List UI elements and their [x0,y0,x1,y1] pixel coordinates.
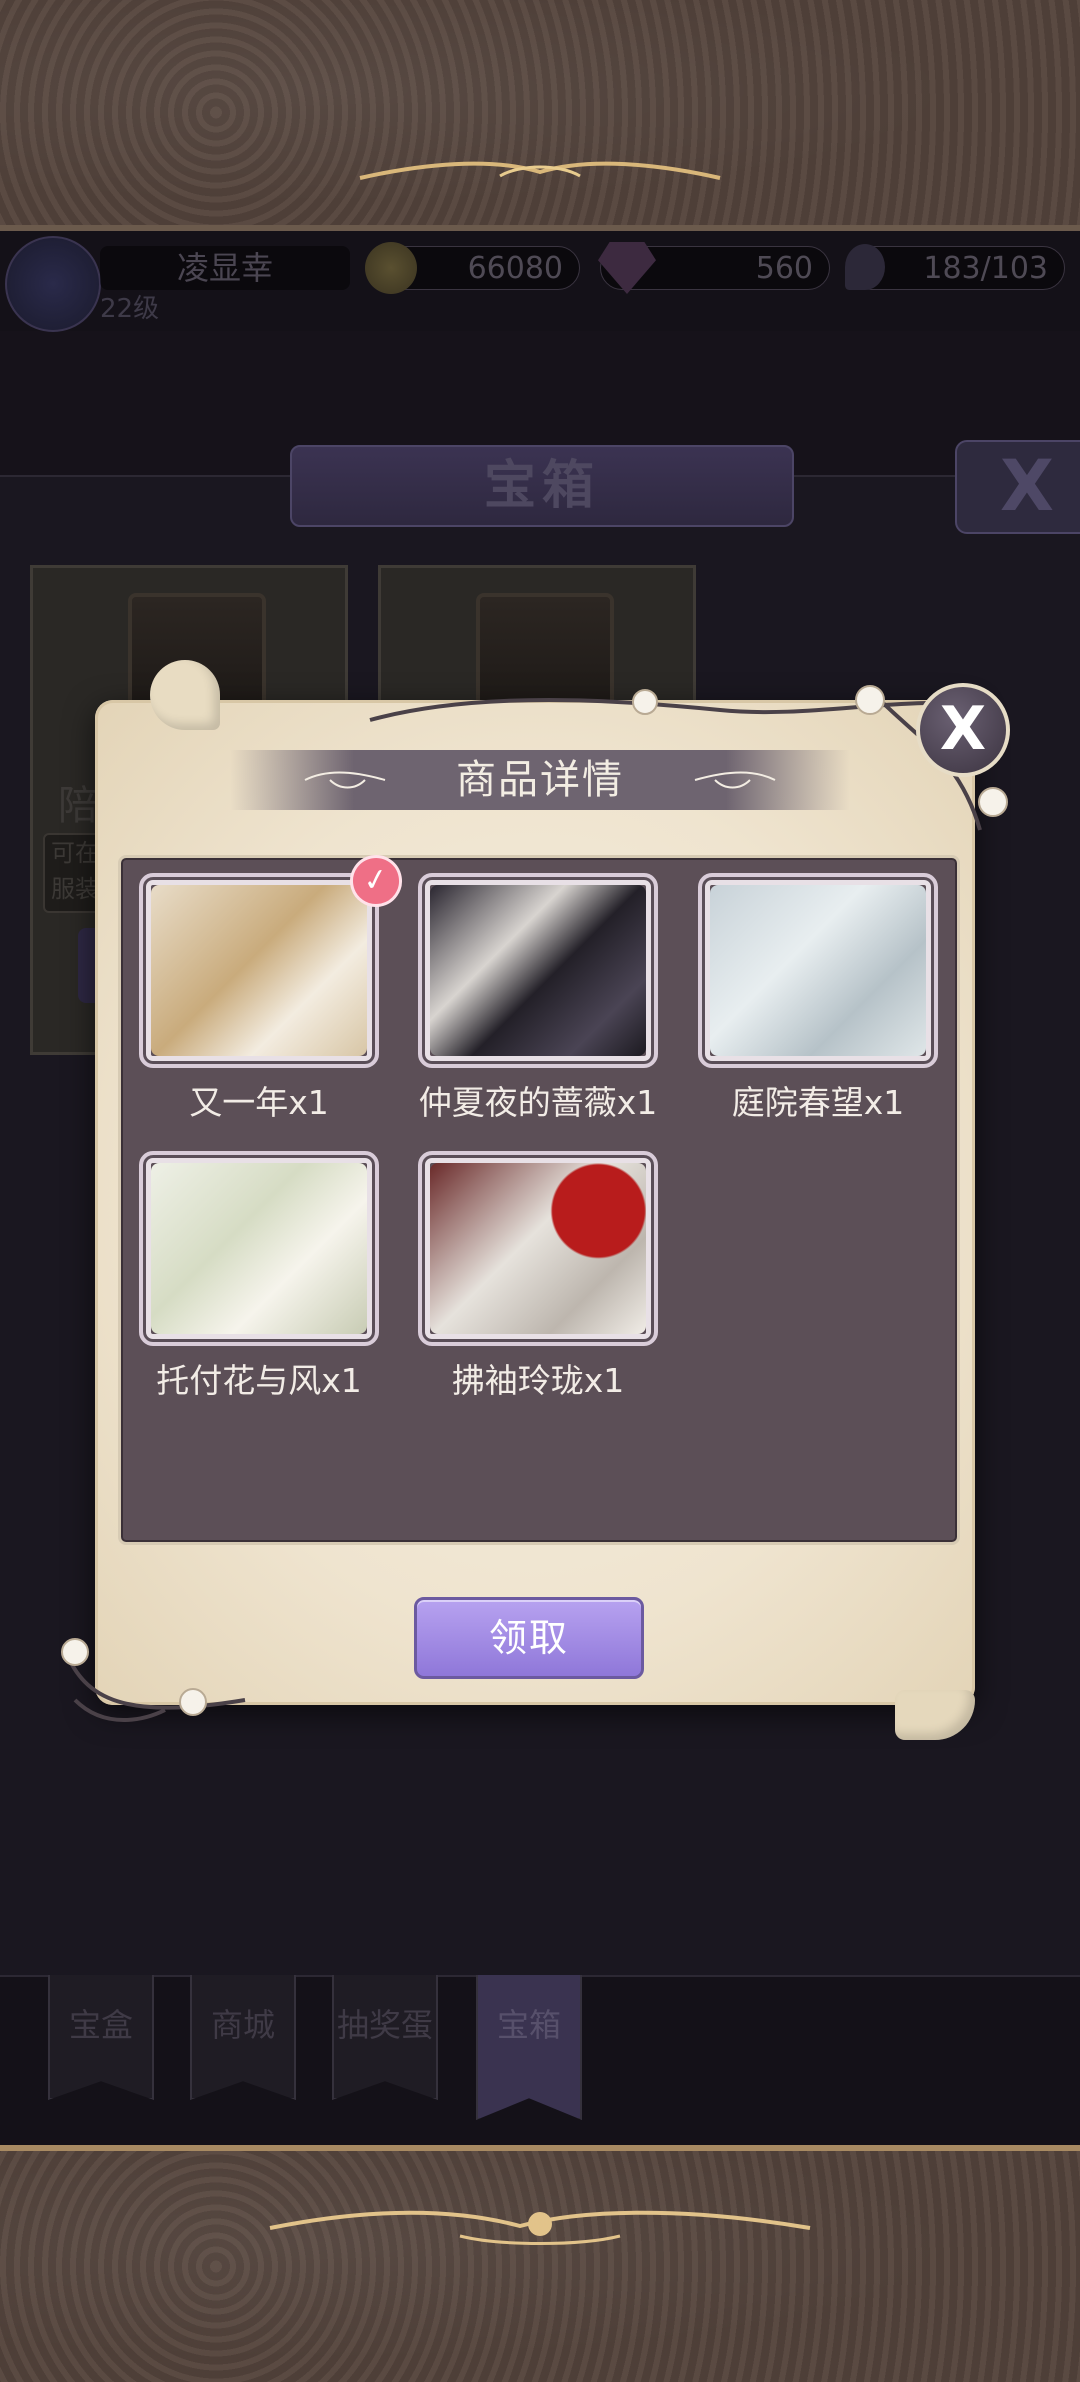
gold-value: 66080 [467,251,563,286]
reward-item-frame [698,873,938,1068]
reward-item-frame [139,1151,379,1346]
reward-item-label: 拂袖玲珑x1 [451,1361,625,1400]
tab-shop[interactable]: 商城 [190,1975,296,2100]
chest-window-title: 宝箱 [290,445,794,527]
chest-card-title: 陪 [58,783,98,829]
reward-item-frame [418,873,658,1068]
tab-treasure-box[interactable]: 宝盒 [48,1975,154,2100]
gem-value: 560 [755,251,813,286]
bottom-decor-band [0,2145,1080,2382]
outfit-thumbnail [710,885,926,1056]
outfit-thumbnail [151,885,367,1056]
reward-item[interactable]: 庭院春望x1 [698,873,938,1124]
claim-button[interactable]: 领取 [414,1597,644,1679]
outfit-thumbnail [151,1163,367,1334]
stamina-value: 183/103 [923,251,1048,286]
player-avatar[interactable] [5,236,101,332]
reward-item[interactable]: 又一年x1 [139,873,379,1124]
outfit-thumbnail [430,885,646,1056]
vine-decoration-icon [61,1638,246,1722]
parchment-curl [150,660,220,730]
modal-close-button[interactable]: X [916,683,1010,777]
reward-item[interactable]: 托付花与风x1 [139,1151,379,1402]
player-name: 凌显幸 [100,246,350,290]
reward-item-label: 庭院春望x1 [731,1083,905,1122]
reward-item[interactable]: 拂袖玲珑x1 [418,1151,658,1402]
stamina-icon [845,244,885,290]
reward-item-label: 又一年x1 [189,1083,329,1122]
player-level: 22级 [100,294,160,324]
background-close-button[interactable]: X [955,440,1080,534]
reward-item-frame [418,1151,658,1346]
top-flourish-icon [359,161,721,180]
modal-title: 商品详情 [456,757,624,803]
tab-lottery-egg[interactable]: 抽奖蛋 [332,1975,438,2100]
bottom-flourish-icon [269,2210,811,2245]
reward-item-label: 托付花与风x1 [156,1361,362,1400]
top-decor-band [0,0,1080,231]
outfit-thumbnail [430,1163,646,1334]
reward-item[interactable]: 仲夏夜的蔷薇x1 [418,873,658,1124]
gold-coin-icon [365,242,417,294]
reward-item-label: 仲夏夜的蔷薇x1 [418,1083,658,1122]
tab-chest[interactable]: 宝箱 [476,1975,582,2120]
reward-item-frame [139,873,379,1068]
